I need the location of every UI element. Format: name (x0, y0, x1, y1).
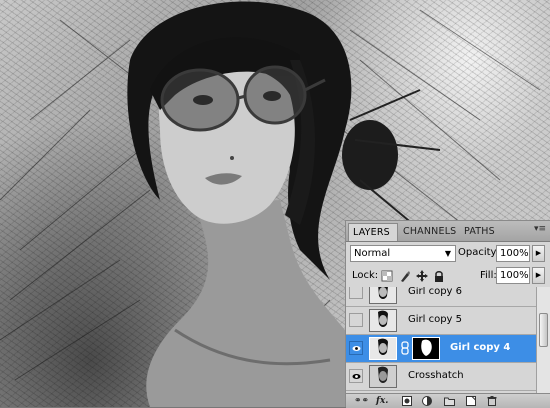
link-layers-icon[interactable]: ⚭⚭ (354, 396, 369, 406)
lock-transparent-pixels-icon[interactable] (381, 270, 393, 282)
visibility-toggle[interactable] (349, 313, 363, 327)
layer-name[interactable]: Crosshatch (408, 370, 464, 381)
blend-mode-select[interactable]: Normal ▼ (350, 245, 456, 262)
opacity-label: Opacity: (458, 247, 500, 258)
chevron-down-icon: ▼ (444, 249, 451, 258)
lock-all-icon[interactable] (433, 270, 445, 282)
layer-row[interactable]: Crosshatch (346, 363, 536, 391)
fill-slider-arrow-icon[interactable]: ▶ (532, 267, 545, 284)
visibility-toggle[interactable] (349, 341, 363, 355)
eye-icon (352, 346, 361, 351)
scrollbar-thumb[interactable] (539, 313, 548, 347)
fill-input[interactable]: 100% (496, 267, 530, 284)
panel-bottom-bar: ⚭⚭ fx. (346, 393, 550, 408)
layer-list-scrollbar[interactable] (536, 287, 550, 393)
trash-icon[interactable] (487, 396, 497, 406)
lock-image-pixels-icon[interactable] (399, 270, 411, 282)
add-mask-icon[interactable] (402, 396, 412, 406)
mask-link-icon[interactable] (401, 341, 409, 355)
blend-opacity-row: Normal ▼ Opacity: 100% ▶ (346, 243, 550, 265)
visibility-toggle[interactable] (349, 369, 363, 383)
layer-list: Girl copy 6 Girl copy 5 Girl copy 4 Cros… (346, 287, 536, 393)
layer-thumbnail (369, 287, 397, 304)
fill-label: Fill: (480, 270, 497, 281)
layer-row[interactable]: Girl copy 6 (346, 287, 536, 307)
lock-position-icon[interactable] (416, 270, 428, 282)
lock-label: Lock: (352, 270, 379, 281)
tab-layers[interactable]: LAYERS (348, 223, 398, 241)
fx-icon[interactable]: fx. (376, 396, 388, 406)
layers-panel: LAYERS CHANNELS PATHS ▾≡ Normal ▼ Opacit… (345, 220, 550, 408)
visibility-toggle[interactable] (349, 287, 363, 299)
lock-fill-row: Lock: Fill: 100% ▶ (346, 267, 550, 288)
new-layer-icon[interactable] (466, 396, 476, 406)
layer-mask-thumbnail[interactable] (412, 337, 440, 360)
adjustment-layer-icon[interactable] (422, 396, 432, 406)
hair-bun (342, 120, 398, 190)
opacity-slider-arrow-icon[interactable]: ▶ (532, 245, 545, 262)
layer-name[interactable]: Girl copy 5 (408, 314, 462, 325)
panel-tab-bar: LAYERS CHANNELS PATHS ▾≡ (346, 221, 550, 242)
layer-row-selected[interactable]: Girl copy 4 (346, 335, 536, 363)
layer-name[interactable]: Girl copy 4 (450, 342, 510, 353)
tab-paths[interactable]: PATHS (460, 223, 500, 240)
layer-name[interactable]: Girl copy 6 (408, 287, 462, 297)
panel-menu-icon[interactable]: ▾≡ (534, 224, 546, 234)
layer-row[interactable]: Girl copy 5 (346, 307, 536, 335)
blend-mode-value: Normal (354, 248, 391, 259)
eye-icon (352, 374, 361, 379)
opacity-input[interactable]: 100% (496, 245, 530, 262)
layer-thumbnail (369, 309, 397, 332)
layer-thumbnail (369, 365, 397, 388)
tab-channels[interactable]: CHANNELS (399, 223, 459, 240)
new-group-icon[interactable] (444, 396, 455, 406)
layer-thumbnail (369, 337, 397, 360)
